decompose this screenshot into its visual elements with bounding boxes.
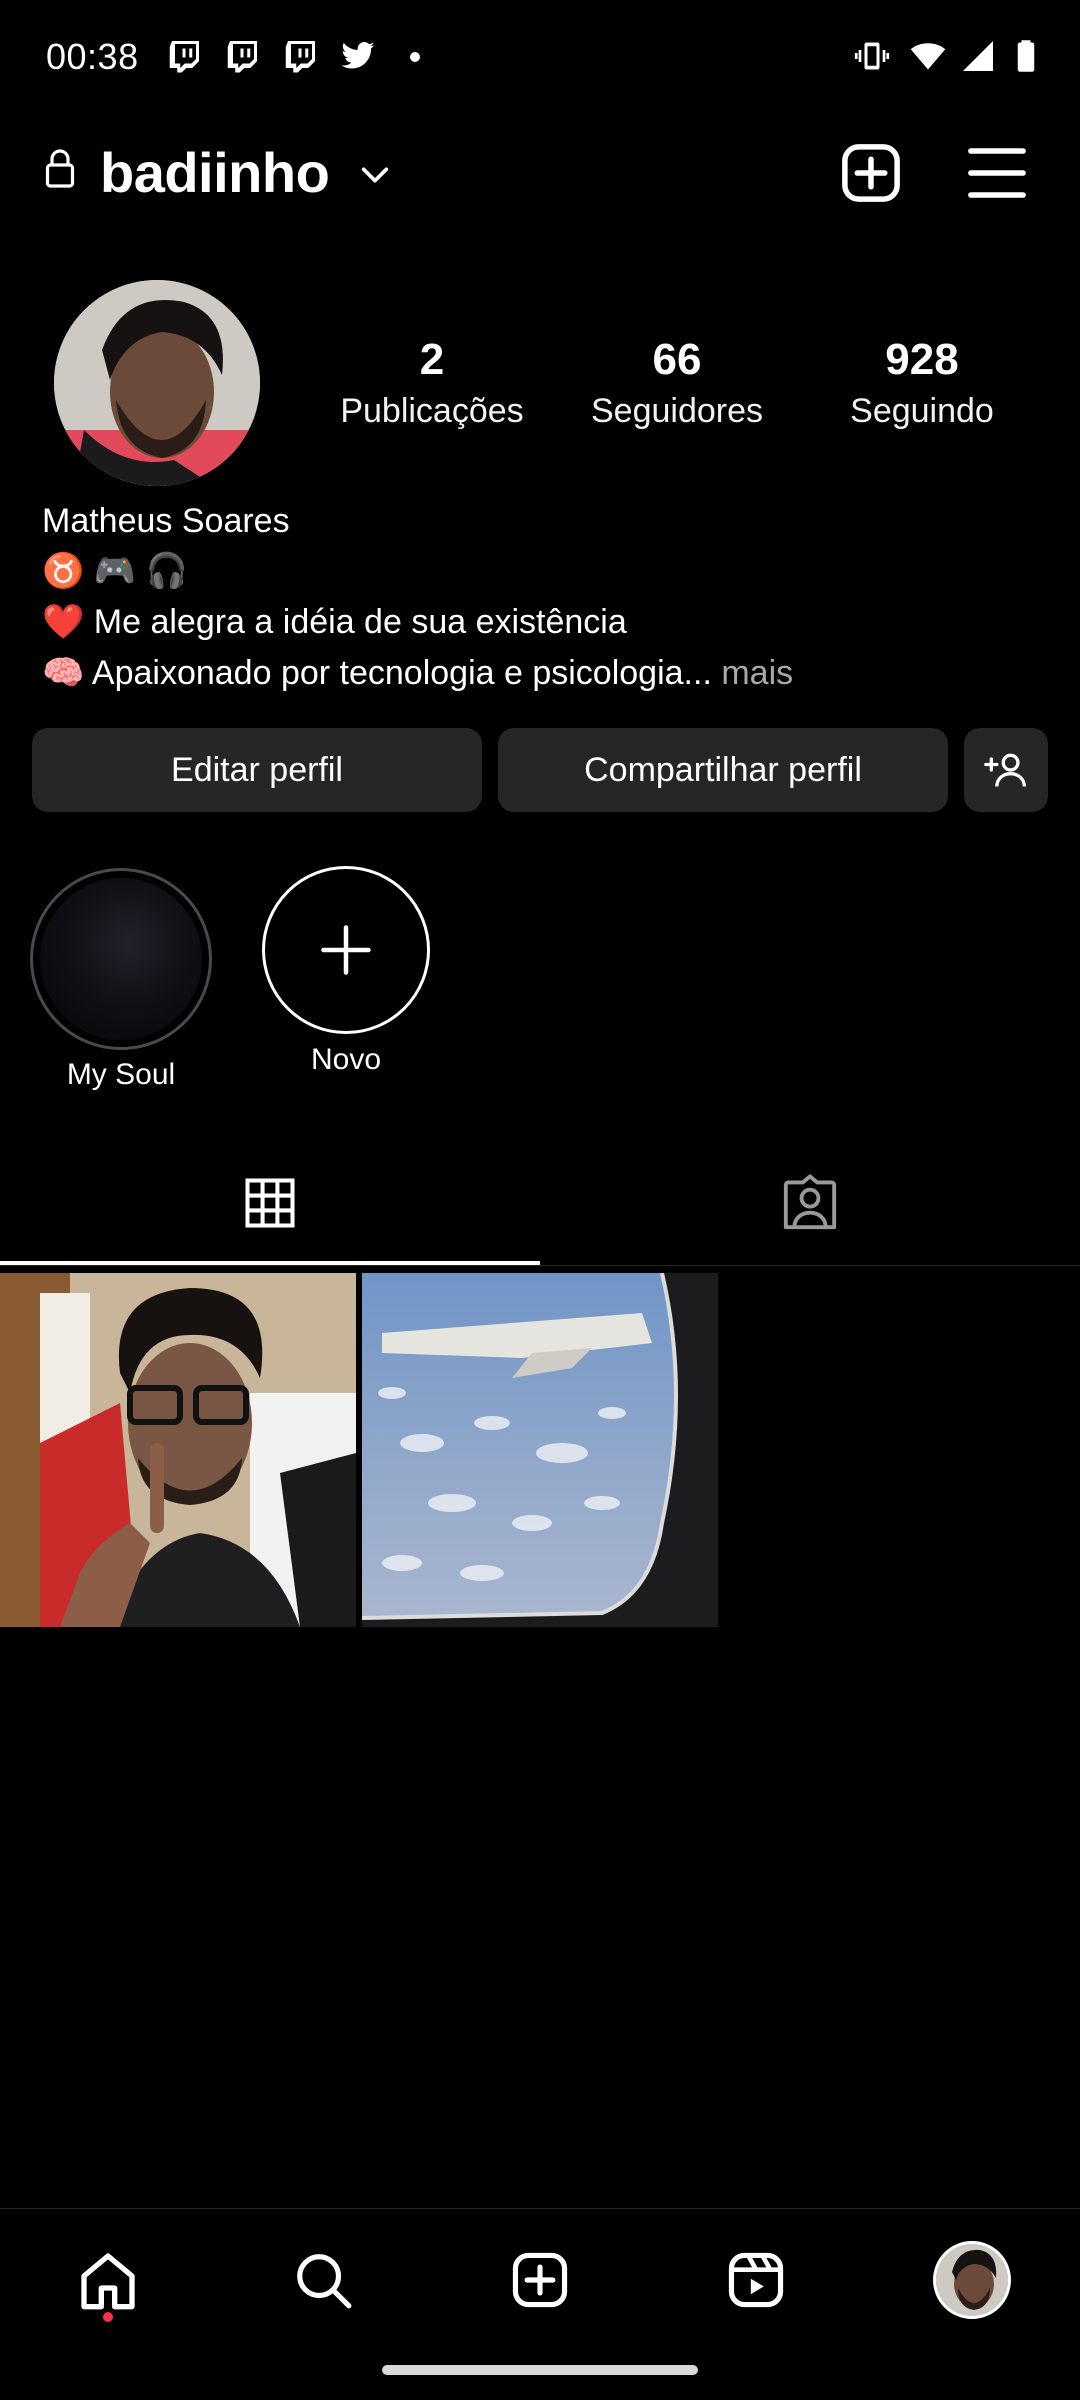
profile-name: Matheus Soares [42, 502, 290, 540]
stat-following[interactable]: 928 Seguindo [812, 330, 1032, 432]
stat-followers[interactable]: 66 Seguidores [567, 330, 787, 432]
stat-followers-number: 66 [652, 335, 702, 384]
signal-icon [963, 41, 993, 71]
vibrate-icon [854, 42, 890, 70]
stat-posts-label: Publicações [340, 392, 524, 430]
battery-icon [1017, 40, 1035, 72]
bio-line-3-text: 🧠 Apaixonado por tecnologia e psicologia… [42, 654, 712, 692]
discover-people-button[interactable] [964, 728, 1048, 812]
post-thumbnail[interactable] [362, 1273, 718, 1627]
status-time: 00:38 [46, 36, 139, 77]
stat-following-label: Seguindo [850, 392, 994, 430]
nav-home[interactable] [68, 2240, 148, 2320]
stat-followers-label: Seguidores [590, 392, 763, 430]
stat-posts-number: 2 [419, 335, 445, 384]
add-person-icon [984, 753, 1026, 787]
notification-dot [103, 2312, 113, 2322]
twitch-icon [169, 41, 199, 73]
twitter-icon [341, 42, 375, 69]
nav-profile-avatar [933, 2241, 1011, 2319]
home-icon [81, 2253, 135, 2310]
share-profile-button[interactable]: Compartilhar perfil [498, 728, 948, 812]
tabs-divider [0, 1265, 1080, 1266]
tagged-icon [783, 1174, 837, 1230]
bio-line-emojis: ♉ 🎮 🎧 [42, 552, 188, 590]
new-post-icon[interactable] [838, 140, 904, 206]
stat-following-number: 928 [885, 335, 959, 384]
home-indicator [382, 2365, 698, 2375]
highlight-my-soul[interactable] [30, 868, 212, 1050]
chevron-down-icon[interactable] [358, 158, 392, 192]
bio-more-link[interactable]: mais [721, 654, 793, 692]
grid-icon [245, 1178, 295, 1228]
nav-reels[interactable] [716, 2240, 796, 2320]
tab-posts-grid[interactable] [0, 1140, 540, 1266]
wifi-icon [910, 43, 946, 70]
bio-line-2: ❤️ Me alegra a idéia de sua existência [42, 603, 627, 641]
profile-avatar[interactable] [54, 280, 260, 486]
edit-profile-button[interactable]: Editar perfil [32, 728, 482, 812]
new-highlight-label: Novo [310, 1043, 382, 1076]
bio-line-3: 🧠 Apaixonado por tecnologia e psicologia… [42, 648, 1042, 698]
plus-icon [321, 925, 371, 975]
twitch-icon [227, 41, 257, 73]
highlight-cover [40, 878, 202, 1040]
twitch-icon [285, 41, 315, 73]
tab-tagged[interactable] [540, 1140, 1080, 1266]
nav-search[interactable] [283, 2240, 363, 2320]
reels-icon [728, 2252, 784, 2308]
lock-icon [45, 149, 75, 188]
profile-username[interactable]: badiinho [100, 140, 330, 205]
menu-icon[interactable] [964, 140, 1030, 206]
highlight-my-soul-label: My Soul [66, 1058, 176, 1091]
status-bar: 00:38 [0, 0, 1080, 110]
nav-create[interactable] [500, 2240, 580, 2320]
nav-profile[interactable] [932, 2240, 1012, 2320]
search-icon [297, 2254, 352, 2309]
active-tab-indicator [0, 1261, 540, 1265]
post-thumbnail[interactable] [0, 1273, 356, 1627]
new-highlight-button[interactable] [262, 866, 430, 1034]
create-icon [512, 2252, 568, 2308]
stat-posts[interactable]: 2 Publicações [322, 330, 542, 432]
more-notifications-dot [410, 52, 420, 62]
